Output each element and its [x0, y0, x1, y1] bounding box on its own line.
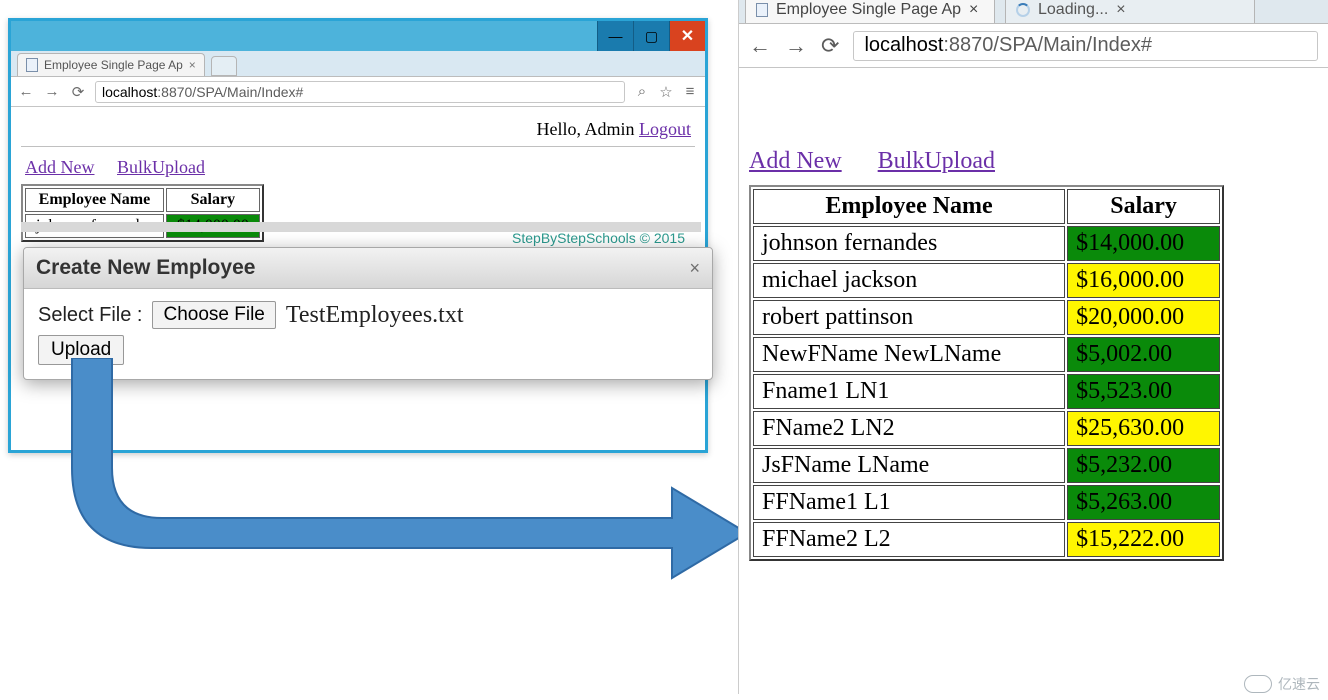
browser-tab[interactable]: Employee Single Page Ap ×	[745, 0, 995, 23]
table-row: FFName1 L1$5,263.00	[753, 485, 1220, 520]
window-titlebar: — ▢ ✕	[11, 21, 705, 51]
new-tab-button[interactable]	[211, 56, 237, 76]
choose-file-button[interactable]: Choose File	[152, 301, 275, 329]
address-input[interactable]: localhost:8870/SPA/Main/Index#	[95, 81, 625, 103]
table-row: michael jackson$16,000.00	[753, 263, 1220, 298]
tab-strip-right: Employee Single Page Ap × Loading... ×	[739, 0, 1328, 24]
tab-close-icon[interactable]: ×	[189, 58, 196, 72]
spinner-icon	[1016, 3, 1030, 17]
cloud-icon	[1244, 675, 1272, 693]
tab-close-icon[interactable]: ×	[1116, 1, 1125, 19]
bulk-upload-link[interactable]: BulkUpload	[878, 148, 995, 174]
watermark-text: 亿速云	[1278, 674, 1320, 694]
table-header-row: Employee Name Salary	[25, 188, 260, 212]
back-icon[interactable]: ←	[17, 83, 35, 101]
cell-name: NewFName NewLName	[753, 337, 1065, 372]
url-path: :8870/SPA/Main/Index#	[157, 84, 303, 100]
page-content-left: Hello, Admin Logout Add New BulkUpload E…	[11, 107, 705, 250]
forward-icon[interactable]: →	[43, 83, 61, 101]
address-input[interactable]: localhost:8870/SPA/Main/Index#	[853, 31, 1318, 61]
watermark: 亿速云	[1244, 674, 1320, 694]
url-path: :8870/SPA/Main/Index#	[943, 34, 1152, 57]
back-icon[interactable]: ←	[749, 33, 771, 59]
reload-icon[interactable]: ⟳	[821, 33, 839, 59]
browser-tab[interactable]: Employee Single Page Ap ×	[17, 53, 205, 76]
create-employee-dialog: Create New Employee × Select File : Choo…	[23, 247, 713, 380]
upload-button[interactable]: Upload	[38, 335, 124, 365]
table-row: Fname1 LN1$5,523.00	[753, 374, 1220, 409]
dialog-close-icon[interactable]: ×	[689, 258, 700, 279]
cell-name: robert pattinson	[753, 300, 1065, 335]
cell-salary: $20,000.00	[1067, 300, 1220, 335]
tab-title: Employee Single Page Ap	[776, 1, 961, 19]
dialog-title: Create New Employee	[36, 256, 255, 280]
add-new-link[interactable]: Add New	[749, 148, 842, 174]
reload-icon[interactable]: ⟳	[69, 83, 87, 101]
cell-name: FFName1 L1	[753, 485, 1065, 520]
menu-icon[interactable]: ≡	[681, 83, 699, 101]
left-browser-window: — ▢ ✕ Employee Single Page Ap × ← → ⟳ lo…	[8, 18, 708, 453]
right-browser-window: Employee Single Page Ap × Loading... × ←…	[738, 0, 1328, 694]
employee-table-left: Employee Name Salary johnson fernandes$1…	[21, 184, 264, 242]
cell-salary: $16,000.00	[1067, 263, 1220, 298]
page-icon	[756, 3, 768, 17]
dialog-body: Select File : Choose File TestEmployees.…	[24, 289, 712, 379]
url-bar: ← → ⟳ localhost:8870/SPA/Main/Index# ⌕ ☆…	[11, 77, 705, 107]
cell-salary: $5,263.00	[1067, 485, 1220, 520]
cell-name: FFName2 L2	[753, 522, 1065, 557]
greeting-text: Hello, Admin	[537, 119, 640, 139]
col-salary: Salary	[166, 188, 260, 212]
col-name: Employee Name	[753, 189, 1065, 224]
action-links: Add New BulkUpload	[21, 147, 695, 184]
action-links-right: Add New BulkUpload	[749, 148, 1318, 185]
cell-name: johnson fernandes	[753, 226, 1065, 261]
table-header-row: Employee Name Salary	[753, 189, 1220, 224]
table-row: NewFName NewLName$5,002.00	[753, 337, 1220, 372]
tab-close-icon[interactable]: ×	[969, 1, 978, 19]
bulk-upload-link[interactable]: BulkUpload	[117, 157, 205, 177]
tab-title: Employee Single Page Ap	[44, 58, 183, 72]
table-row: FFName2 L2$15,222.00	[753, 522, 1220, 557]
url-bar-right: ← → ⟳ localhost:8870/SPA/Main/Index#	[739, 24, 1328, 68]
col-salary: Salary	[1067, 189, 1220, 224]
page-icon	[26, 58, 38, 72]
cell-name: Fname1 LN1	[753, 374, 1065, 409]
cell-name: JsFName LName	[753, 448, 1065, 483]
logout-link[interactable]: Logout	[639, 119, 691, 139]
col-name: Employee Name	[25, 188, 164, 212]
cell-name: michael jackson	[753, 263, 1065, 298]
select-file-label: Select File :	[38, 304, 142, 327]
table-row: robert pattinson$20,000.00	[753, 300, 1220, 335]
star-icon[interactable]: ☆	[657, 83, 675, 101]
table-row: JsFName LName$5,232.00	[753, 448, 1220, 483]
window-maximize-button[interactable]: ▢	[633, 21, 669, 51]
employee-table-right: Employee Name Salary johnson fernandes$1…	[749, 185, 1224, 561]
cell-salary: $5,002.00	[1067, 337, 1220, 372]
url-host: localhost	[102, 84, 157, 100]
header-row: Hello, Admin Logout	[21, 115, 695, 147]
window-close-button[interactable]: ✕	[669, 21, 705, 51]
footer-text: StepByStepSchools © 2015	[512, 230, 685, 246]
selected-filename: TestEmployees.txt	[286, 302, 464, 329]
tab-strip: Employee Single Page Ap ×	[11, 51, 705, 77]
window-minimize-button[interactable]: —	[597, 21, 633, 51]
add-new-link[interactable]: Add New	[25, 157, 95, 177]
search-icon[interactable]: ⌕	[633, 83, 651, 101]
cell-salary: $15,222.00	[1067, 522, 1220, 557]
cell-name: FName2 LN2	[753, 411, 1065, 446]
tab-title: Loading...	[1038, 1, 1108, 19]
page-content-right: Add New BulkUpload Employee Name Salary …	[739, 68, 1328, 571]
cell-salary: $5,232.00	[1067, 448, 1220, 483]
cell-salary: $14,000.00	[1067, 226, 1220, 261]
table-row: FName2 LN2$25,630.00	[753, 411, 1220, 446]
url-host: localhost	[864, 34, 943, 57]
table-row: johnson fernandes$14,000.00	[753, 226, 1220, 261]
cell-salary: $5,523.00	[1067, 374, 1220, 409]
forward-icon[interactable]: →	[785, 33, 807, 59]
cell-salary: $25,630.00	[1067, 411, 1220, 446]
dialog-titlebar[interactable]: Create New Employee ×	[24, 248, 712, 289]
loading-tab[interactable]: Loading... ×	[1005, 0, 1255, 23]
